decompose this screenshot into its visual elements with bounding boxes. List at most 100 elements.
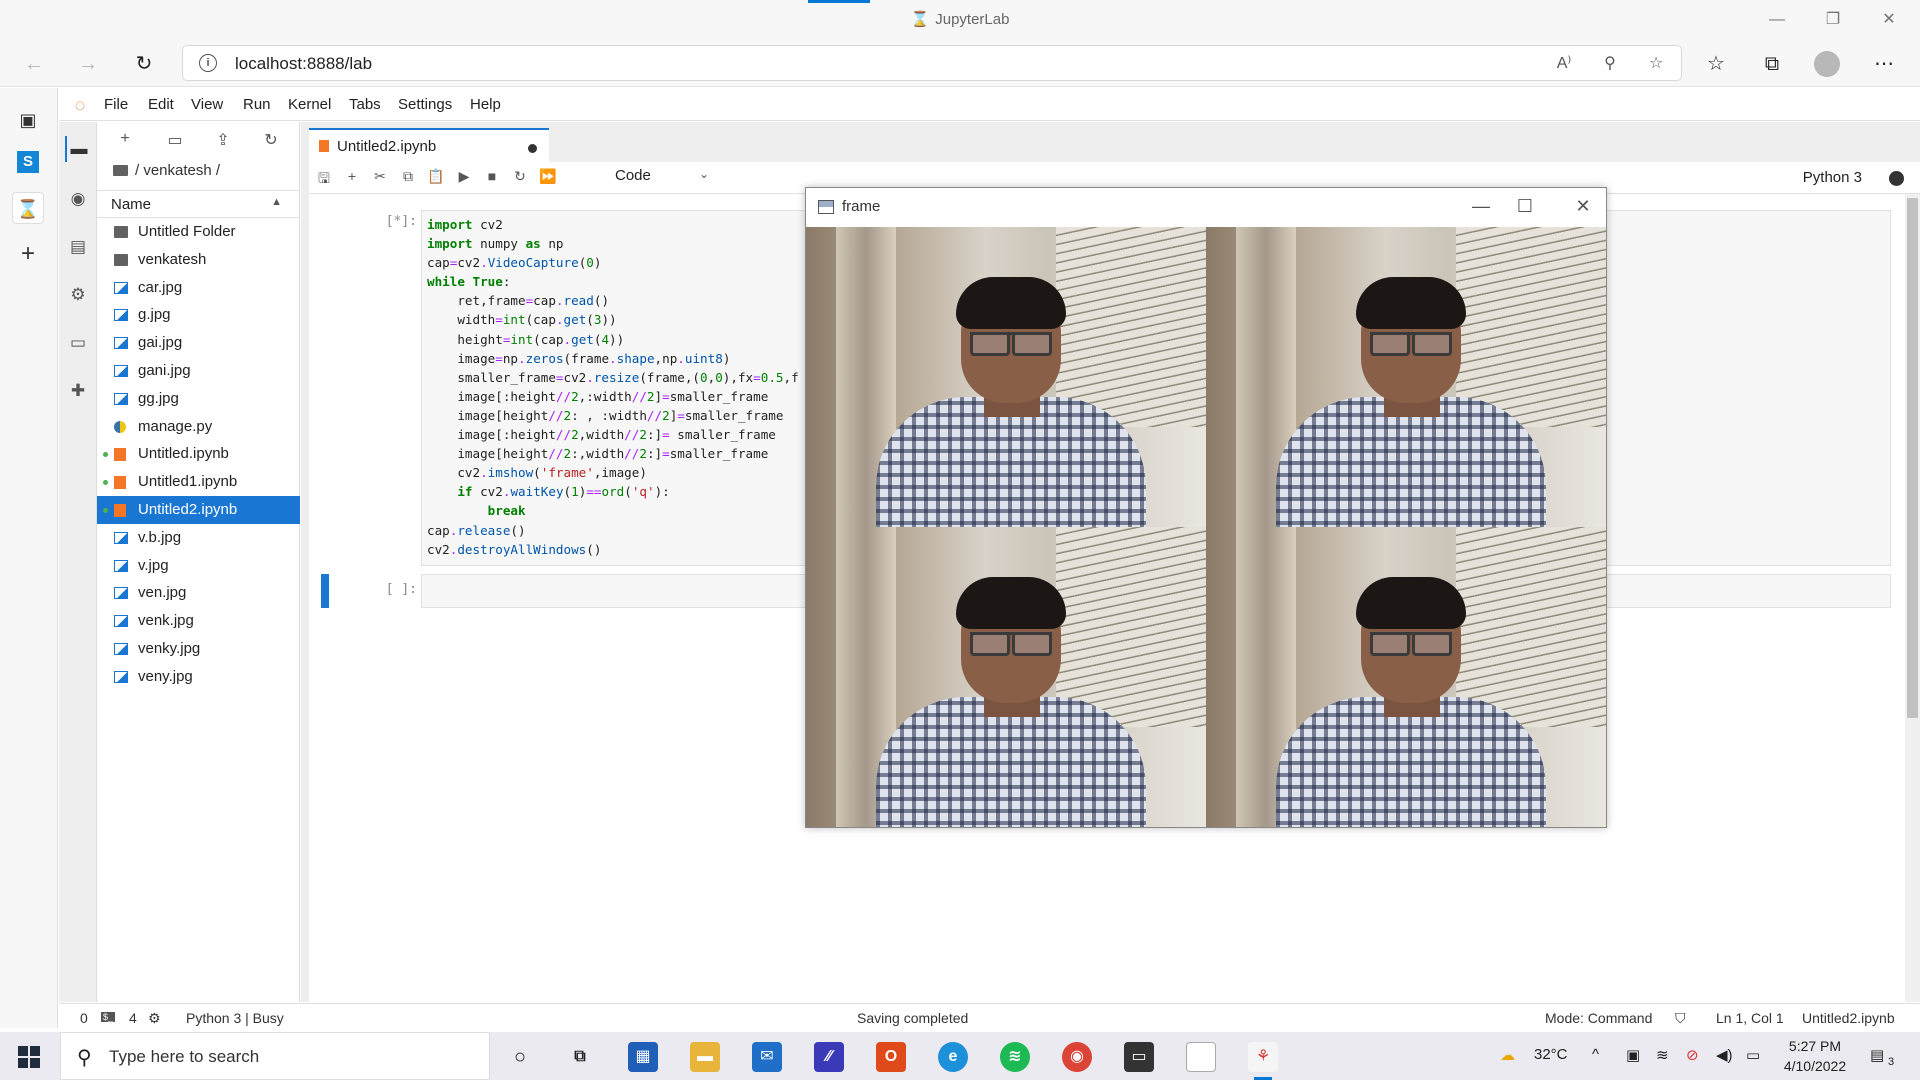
taskbar-search[interactable]: ⚲ Type here to search <box>60 1032 490 1080</box>
restore-button[interactable]: ❐ <box>1810 6 1856 34</box>
terminal-app-icon[interactable]: ▭ <box>1124 1042 1154 1072</box>
store-icon[interactable]: ▦ <box>628 1042 658 1072</box>
menu-view[interactable]: View <box>191 96 223 113</box>
add-icon[interactable]: + <box>12 238 44 270</box>
file-item[interactable]: Untitled1.ipynb <box>97 468 300 496</box>
file-name[interactable]: Untitled1.ipynb <box>138 473 237 490</box>
task-view-icon[interactable]: ⧉ <box>565 1042 595 1072</box>
meet-now-icon[interactable]: ▣ <box>1626 1046 1640 1064</box>
menu-settings[interactable]: Settings <box>398 96 452 113</box>
spotify-icon[interactable]: ≋ <box>1000 1042 1030 1072</box>
file-name[interactable]: venk.jpg <box>138 612 194 629</box>
tabs-list-icon[interactable]: ▭ <box>65 330 91 356</box>
file-name[interactable]: gani.jpg <box>138 362 191 379</box>
cv-minimize-button[interactable]: — <box>1458 196 1504 217</box>
collections-icon[interactable]: ⧉ <box>1756 48 1788 80</box>
read-aloud-icon[interactable]: A⁾ <box>1553 53 1575 73</box>
file-name[interactable]: car.jpg <box>138 279 182 296</box>
url-text[interactable]: localhost:8888/lab <box>235 54 372 74</box>
forward-button[interactable]: → <box>72 48 104 80</box>
file-item[interactable]: Untitled2.ipynb <box>97 495 300 524</box>
more-menu-icon[interactable]: ⋯ <box>1868 48 1900 80</box>
weather-icon[interactable]: ☁ <box>1500 1046 1515 1064</box>
file-name[interactable]: Untitled Folder <box>138 223 236 240</box>
terminal-count[interactable]: 0 <box>80 1010 88 1026</box>
breadcrumb[interactable]: / venkatesh / <box>113 162 220 179</box>
menu-kernel[interactable]: Kernel <box>288 96 331 113</box>
taskbar-clock[interactable]: 5:27 PM 4/10/2022 <box>1770 1036 1860 1076</box>
notepad-icon[interactable] <box>1186 1042 1216 1072</box>
tab-untitled2[interactable]: Untitled2.ipynb <box>309 128 549 162</box>
file-name[interactable]: gai.jpg <box>138 334 182 351</box>
file-item[interactable]: venk.jpg <box>97 607 300 635</box>
file-name[interactable]: venkatesh <box>138 251 206 268</box>
skype-icon[interactable]: S <box>17 151 39 173</box>
extensions-icon[interactable]: ✚ <box>65 378 91 404</box>
cut-icon[interactable]: ✂ <box>369 168 391 185</box>
cell-type-select[interactable]: Code ⌄ <box>615 167 709 184</box>
cv-maximize-button[interactable]: ☐ <box>1502 196 1548 217</box>
mode-indicator[interactable]: Mode: Command <box>1545 1010 1652 1026</box>
profile-avatar[interactable] <box>1814 51 1840 77</box>
file-item[interactable]: ven.jpg <box>97 579 300 607</box>
file-list-header[interactable]: Name ▲ <box>97 190 300 218</box>
file-item[interactable]: gai.jpg <box>97 329 300 357</box>
menu-file[interactable]: File <box>104 96 128 113</box>
office-icon[interactable]: O <box>876 1042 906 1072</box>
cursor-position[interactable]: Ln 1, Col 1 <box>1716 1010 1784 1026</box>
sort-arrow-icon[interactable]: ▲ <box>271 196 282 208</box>
address-bar[interactable]: i localhost:8888/lab A⁾ ⚲ ☆ <box>182 45 1682 81</box>
upload-icon[interactable]: ⇪ <box>211 130 235 150</box>
stop-icon[interactable]: ■ <box>481 168 503 184</box>
scrollbar-thumb[interactable] <box>1907 198 1918 718</box>
tab-label[interactable]: Untitled2.ipynb <box>337 138 436 155</box>
cortana-icon[interactable]: ○ <box>505 1042 535 1072</box>
menu-edit[interactable]: Edit <box>148 96 174 113</box>
file-item[interactable]: Untitled.ipynb <box>97 440 300 468</box>
volume-icon[interactable]: ◀) <box>1716 1046 1733 1064</box>
kernel-state[interactable]: Python 3 | Busy <box>186 1010 284 1026</box>
python-app-icon[interactable]: ⚘ <box>1248 1042 1278 1080</box>
refresh-button[interactable]: ↻ <box>128 48 160 80</box>
restart-icon[interactable]: ↻ <box>509 168 531 185</box>
paste-icon[interactable]: 📋 <box>425 168 447 185</box>
new-launcher-icon[interactable]: + <box>113 130 137 148</box>
search-placeholder[interactable]: Type here to search <box>109 1047 259 1067</box>
file-item[interactable]: gani.jpg <box>97 357 300 385</box>
mail-icon[interactable]: ✉ <box>752 1042 782 1072</box>
notebook-scrollbar[interactable] <box>1905 194 1920 1002</box>
cv-close-button[interactable]: ✕ <box>1560 196 1606 217</box>
file-name[interactable]: venky.jpg <box>138 640 200 657</box>
kernel-count[interactable]: 4 <box>129 1010 137 1026</box>
file-item[interactable]: venky.jpg <box>97 635 300 663</box>
file-item[interactable]: manage.py <box>97 413 300 441</box>
tab-actions-icon[interactable]: ▣ <box>12 104 44 136</box>
file-name[interactable]: veny.jpg <box>138 668 193 685</box>
show-hidden-icons-chevron-up-icon[interactable]: ^ <box>1592 1046 1599 1063</box>
file-name[interactable]: manage.py <box>138 418 212 435</box>
file-name[interactable]: g.jpg <box>138 306 171 323</box>
close-window-button[interactable]: ✕ <box>1866 6 1912 34</box>
menu-tabs[interactable]: Tabs <box>349 96 381 113</box>
file-item[interactable]: g.jpg <box>97 301 300 329</box>
file-name[interactable]: ven.jpg <box>138 584 186 601</box>
save-icon[interactable]: 🖫 <box>313 168 335 192</box>
menu-run[interactable]: Run <box>243 96 271 113</box>
notifications-icon[interactable]: ▤ <box>1870 1046 1884 1064</box>
file-name[interactable]: v.b.jpg <box>138 529 181 546</box>
menu-help[interactable]: Help <box>470 96 501 113</box>
insert-cell-icon[interactable]: + <box>341 168 363 184</box>
back-button[interactable]: ← <box>18 48 50 80</box>
edge-icon[interactable]: e <box>938 1042 968 1072</box>
security-icon[interactable]: ⊘ <box>1686 1046 1699 1064</box>
name-column-header[interactable]: Name <box>111 196 151 213</box>
refresh-files-icon[interactable]: ↻ <box>259 130 283 150</box>
site-info-icon[interactable]: i <box>199 54 217 72</box>
file-item[interactable]: venkatesh <box>97 246 300 274</box>
file-name[interactable]: gg.jpg <box>138 390 179 407</box>
copy-icon[interactable]: ⧉ <box>397 168 419 185</box>
file-name[interactable]: Untitled2.ipynb <box>138 501 237 518</box>
commands-icon[interactable]: ▤ <box>65 234 91 260</box>
zoom-icon[interactable]: ⚲ <box>1599 53 1621 73</box>
running-kernels-icon[interactable]: ◉ <box>65 186 91 212</box>
